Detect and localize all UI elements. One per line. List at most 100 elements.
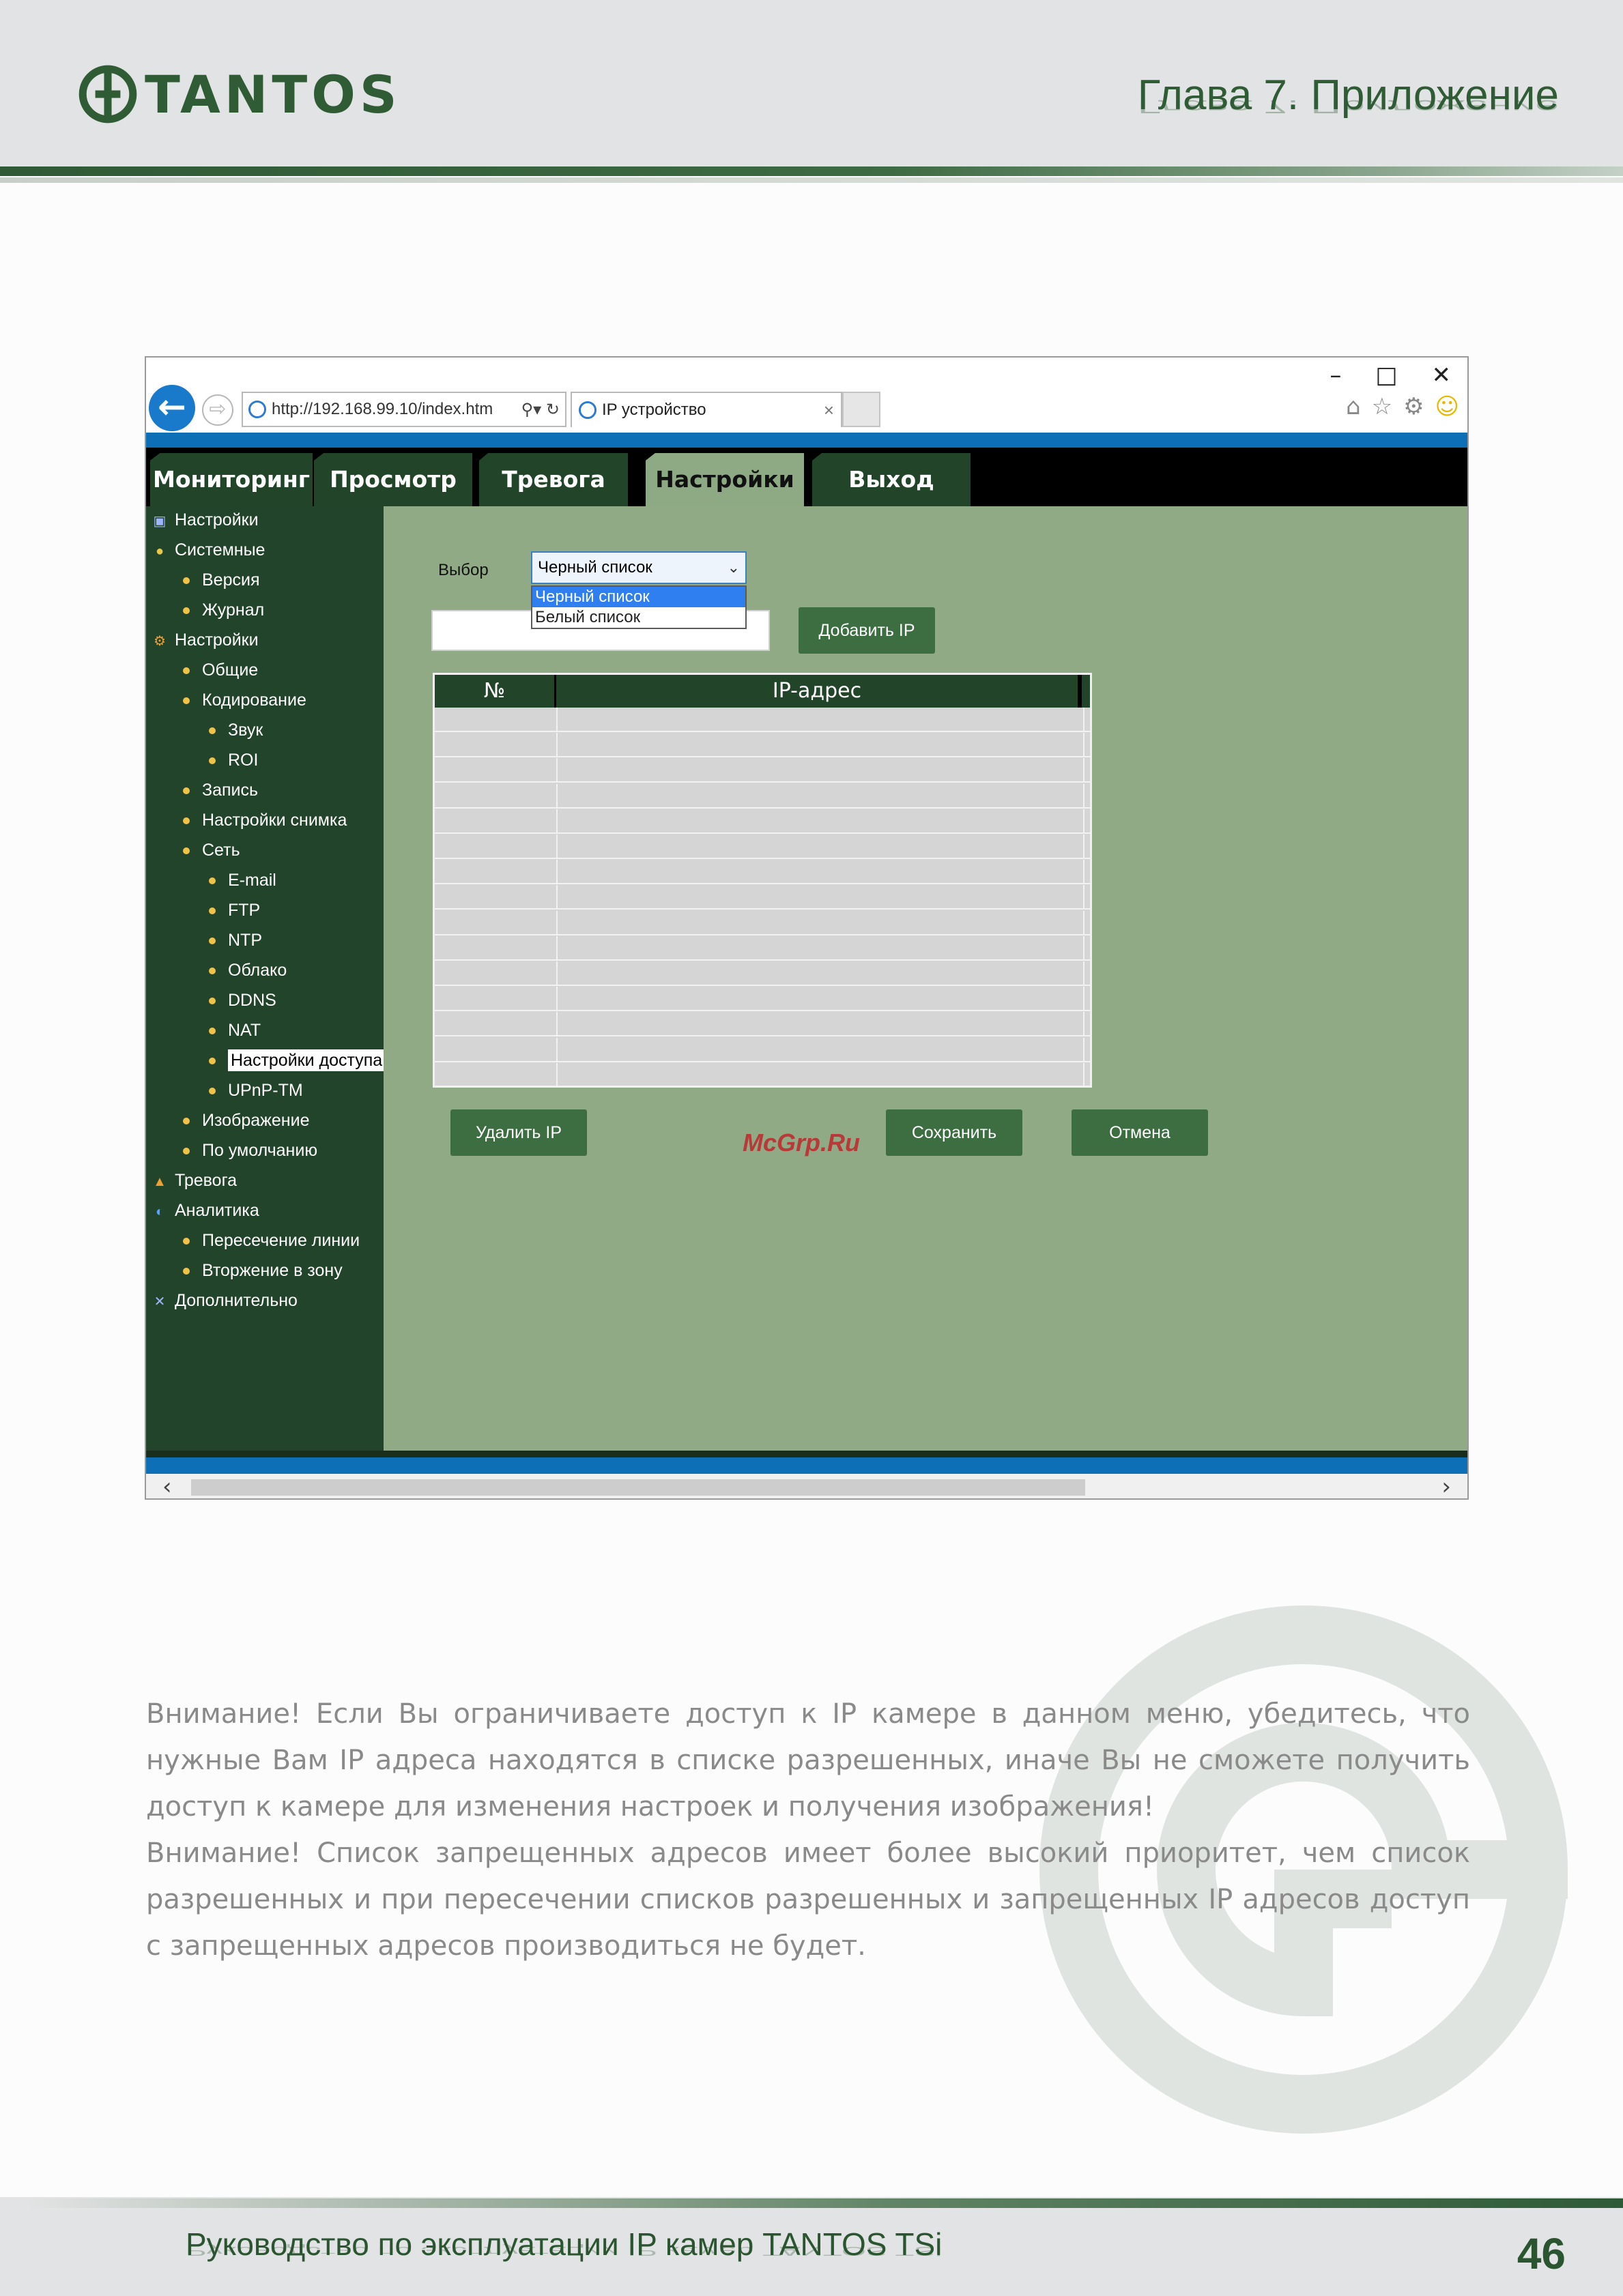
- maximize-icon[interactable]: □: [1375, 362, 1397, 389]
- column-ip: IP-адрес: [556, 675, 1082, 708]
- bell-icon: ▲: [153, 1174, 167, 1189]
- scroll-left-icon[interactable]: ‹: [162, 1474, 172, 1498]
- address-bar[interactable]: http://192.168.99.10/index.htm ⚲▾ ↻: [242, 392, 566, 427]
- forward-arrow-icon[interactable]: ⇨: [202, 394, 233, 426]
- logo-text: TANTOS: [145, 63, 401, 125]
- tab-monitoring[interactable]: Мониторинг: [150, 453, 313, 506]
- browser-window: ← ⇨ http://192.168.99.10/index.htm ⚲▾ ↻ …: [145, 356, 1469, 1500]
- sidebar-item-upnp[interactable]: UPnP-TM: [209, 1077, 303, 1104]
- address-url: http://192.168.99.10/index.htm: [272, 400, 493, 418]
- table-row[interactable]: [435, 1037, 1090, 1062]
- sidebar-item-access[interactable]: Настройки доступа: [209, 1047, 386, 1074]
- list-type-select[interactable]: Черный список ⌄: [531, 551, 747, 584]
- tab-view[interactable]: Просмотр: [314, 453, 472, 506]
- smiley-icon[interactable]: ☺: [1435, 393, 1459, 420]
- sidebar-item-roi[interactable]: ROI: [209, 746, 258, 774]
- new-tab-button[interactable]: [842, 392, 880, 427]
- sidebar-item-log[interactable]: Журнал: [183, 596, 264, 624]
- info-icon: ●: [155, 544, 164, 559]
- tab-alarm[interactable]: Тревога: [479, 453, 628, 506]
- table-row[interactable]: [435, 910, 1090, 935]
- sidebar-item-email[interactable]: E-mail: [209, 867, 276, 894]
- bottom-dark-line: [146, 1451, 1467, 1457]
- sidebar-item-analytics[interactable]: ◐ Аналитика: [153, 1197, 259, 1224]
- watermark-stamp: McGrp.Ru: [743, 1129, 861, 1157]
- tools-icon: ✕: [154, 1294, 166, 1309]
- sidebar-item-settings[interactable]: ⚙ Настройки: [153, 626, 259, 654]
- sidebar-item-settings-root[interactable]: ▣ Настройки: [153, 506, 259, 534]
- star-icon[interactable]: ☆: [1372, 393, 1392, 420]
- table-row[interactable]: [435, 860, 1090, 885]
- sidebar-item-ddns[interactable]: DDNS: [209, 987, 276, 1014]
- table-row[interactable]: [435, 961, 1090, 986]
- select-value: Черный список: [538, 558, 652, 577]
- table-row[interactable]: [435, 1062, 1090, 1088]
- table-row[interactable]: [435, 987, 1090, 1012]
- tab-exit[interactable]: Выход: [812, 453, 971, 506]
- browser-tab[interactable]: IP устройство ×: [571, 392, 842, 427]
- sidebar-item-ftp[interactable]: FTP: [209, 897, 260, 924]
- home-icon[interactable]: ⌂: [1346, 393, 1361, 420]
- sidebar-item-general[interactable]: Общие: [183, 656, 258, 684]
- tab-settings[interactable]: Настройки: [646, 453, 804, 506]
- sidebar-item-ntp[interactable]: NTP: [209, 927, 262, 954]
- tab-title: IP устройство: [602, 401, 706, 419]
- sidebar-item-default[interactable]: По умолчанию: [183, 1137, 317, 1164]
- chevron-down-icon: ⌄: [727, 559, 740, 576]
- tantos-logo-icon: [78, 65, 137, 123]
- table-row[interactable]: [435, 885, 1090, 910]
- ie-icon: [248, 401, 266, 418]
- close-icon[interactable]: ✕: [1432, 362, 1452, 389]
- option-whitelist[interactable]: Белый список: [532, 607, 745, 628]
- ip-table: № IP-адрес: [433, 673, 1092, 1088]
- sidebar-item-network[interactable]: Сеть: [183, 837, 240, 864]
- settings-icon: ▣: [153, 514, 167, 529]
- scroll-right-icon[interactable]: ›: [1441, 1474, 1451, 1498]
- footer-title-reflection: Руководство по эксплуатации IP камер TAN…: [186, 2243, 943, 2258]
- sidebar-item-encoding[interactable]: Кодирование: [183, 686, 306, 714]
- search-refresh-icon[interactable]: ⚲▾ ↻: [521, 400, 565, 420]
- sidebar-item-line-crossing[interactable]: Пересечение линии: [183, 1227, 360, 1254]
- chapter-title-reflection: Глава 7. Приложение: [1137, 96, 1559, 117]
- tab-close-icon[interactable]: ×: [824, 400, 834, 421]
- table-row[interactable]: [435, 783, 1090, 809]
- sidebar-item-version[interactable]: Версия: [183, 566, 260, 594]
- gear-icon[interactable]: ⚙: [1403, 393, 1424, 420]
- table-row[interactable]: [435, 935, 1090, 961]
- gear-icon: ⚙: [154, 634, 166, 649]
- scrollbar-thumb[interactable]: [191, 1479, 1085, 1496]
- table-row[interactable]: [435, 809, 1090, 834]
- table-row[interactable]: [435, 1012, 1090, 1037]
- tab-ie-icon: [579, 401, 597, 419]
- table-row[interactable]: [435, 708, 1090, 732]
- sidebar-item-image[interactable]: Изображение: [183, 1107, 309, 1134]
- sidebar-item-nat[interactable]: NAT: [209, 1017, 261, 1044]
- content-panel: Выбор Черный список ⌄ Черный список Белы…: [384, 506, 1467, 1451]
- save-button[interactable]: Сохранить: [886, 1109, 1022, 1156]
- browser-chrome: ← ⇨ http://192.168.99.10/index.htm ⚲▾ ↻ …: [146, 358, 1467, 433]
- cancel-button[interactable]: Отмена: [1072, 1109, 1208, 1156]
- warning-paragraph-2: Внимание! Список запрещенных адресов име…: [146, 1837, 1470, 1962]
- tantos-logo: TANTOS: [76, 61, 401, 127]
- table-row[interactable]: [435, 758, 1090, 783]
- window-controls: – □ ✕: [1330, 362, 1451, 389]
- add-ip-button[interactable]: Добавить IP: [799, 607, 935, 654]
- table-row[interactable]: [435, 733, 1090, 758]
- sidebar-item-intrusion[interactable]: Вторжение в зону: [183, 1257, 343, 1284]
- table-header: № IP-адрес: [435, 675, 1090, 708]
- top-blue-bar: [146, 433, 1467, 448]
- sidebar-item-audio[interactable]: Звук: [209, 716, 263, 744]
- sidebar-item-record[interactable]: Запись: [183, 776, 258, 804]
- option-blacklist[interactable]: Черный список: [532, 587, 745, 607]
- select-label: Выбор: [438, 561, 489, 579]
- back-arrow-icon[interactable]: ←: [149, 385, 195, 431]
- sidebar-item-alarm[interactable]: ▲ Тревога: [153, 1167, 237, 1194]
- minimize-icon[interactable]: –: [1330, 362, 1341, 389]
- sidebar-item-system[interactable]: ● Системные: [153, 536, 265, 564]
- horizontal-scrollbar[interactable]: ‹ ›: [146, 1474, 1467, 1498]
- sidebar-item-advanced[interactable]: ✕ Дополнительно: [153, 1287, 298, 1314]
- table-row[interactable]: [435, 834, 1090, 859]
- sidebar-item-snapshot[interactable]: Настройки снимка: [183, 806, 347, 834]
- delete-ip-button[interactable]: Удалить IP: [450, 1109, 587, 1156]
- sidebar-item-cloud[interactable]: Облако: [209, 957, 287, 984]
